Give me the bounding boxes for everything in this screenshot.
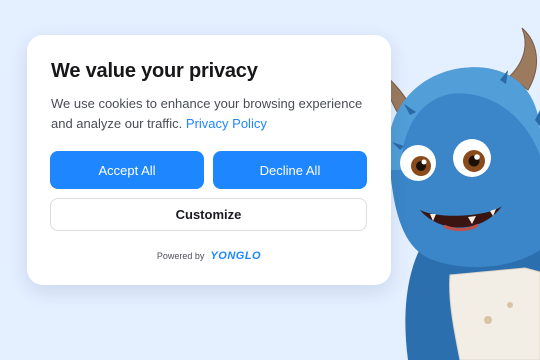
banner-title: We value your privacy: [51, 60, 258, 82]
brand-logo: YONGLO: [210, 250, 262, 262]
banner-description: We use cookies to enhance your browsing …: [51, 94, 369, 134]
powered-by-label: Powered by: [156, 251, 205, 261]
customize-button[interactable]: Customize: [50, 198, 367, 231]
cookie-consent-card: We value your privacy We use cookies to …: [27, 35, 391, 285]
decline-all-button[interactable]: Decline All: [213, 151, 367, 189]
privacy-policy-link[interactable]: Privacy Policy: [186, 116, 267, 131]
accept-all-button[interactable]: Accept All: [50, 151, 204, 189]
powered-by-footer: Powered by YONGLO: [27, 250, 391, 262]
